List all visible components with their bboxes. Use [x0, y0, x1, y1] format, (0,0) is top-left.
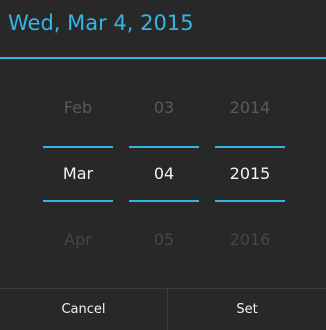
dialog-header: Wed, Mar 4, 2015: [0, 0, 326, 59]
year-current[interactable]: 2015: [215, 163, 285, 185]
month-selection-line-top: [43, 146, 113, 148]
day-current[interactable]: 04: [129, 163, 199, 185]
date-picker-dialog: Wed, Mar 4, 2015 Feb Mar Apr 03 04 05 20…: [0, 0, 326, 330]
year-next[interactable]: 2016: [215, 229, 285, 251]
year-prev[interactable]: 2014: [215, 97, 285, 119]
year-spinner[interactable]: 2014 2015 2016: [215, 59, 285, 288]
dialog-title: Wed, Mar 4, 2015: [8, 11, 194, 35]
year-selection-line-bottom: [215, 200, 285, 202]
set-button[interactable]: Set: [168, 289, 326, 330]
month-current[interactable]: Mar: [43, 163, 113, 185]
month-prev[interactable]: Feb: [43, 97, 113, 119]
day-next[interactable]: 05: [129, 229, 199, 251]
month-next[interactable]: Apr: [43, 229, 113, 251]
month-spinner[interactable]: Feb Mar Apr: [43, 59, 113, 288]
dialog-button-bar: Cancel Set: [0, 288, 326, 330]
day-selection-line-bottom: [129, 200, 199, 202]
day-spinner[interactable]: 03 04 05: [129, 59, 199, 288]
month-selection-line-bottom: [43, 200, 113, 202]
day-prev[interactable]: 03: [129, 97, 199, 119]
day-selection-line-top: [129, 146, 199, 148]
cancel-button[interactable]: Cancel: [0, 289, 167, 330]
date-picker: Feb Mar Apr 03 04 05 2014 2015 2016: [0, 59, 326, 288]
year-selection-line-top: [215, 146, 285, 148]
